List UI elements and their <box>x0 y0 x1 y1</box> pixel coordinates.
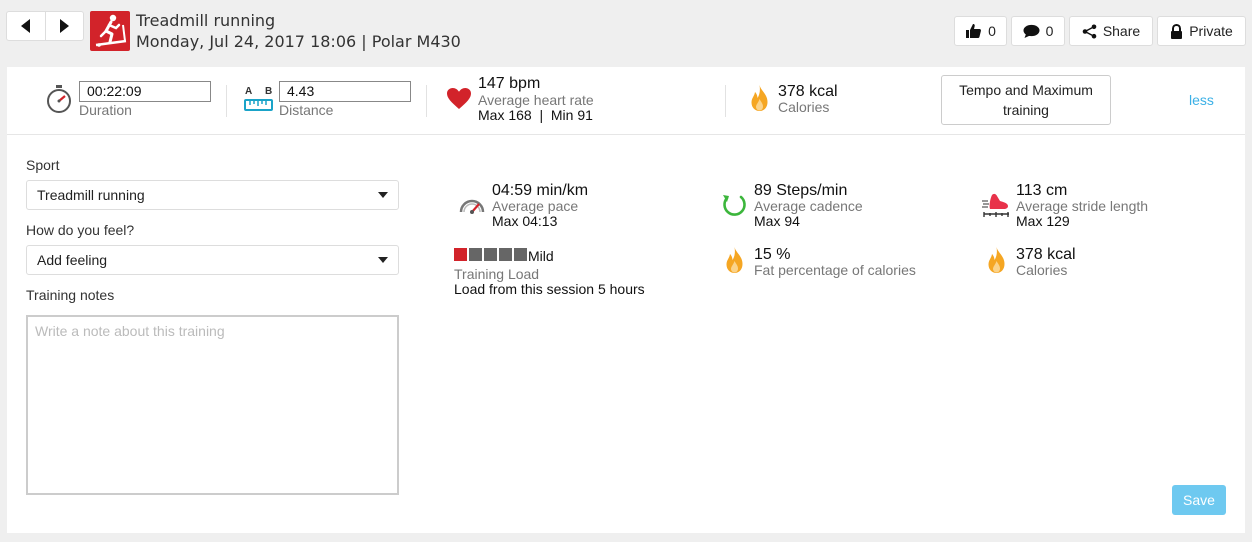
privacy-button[interactable]: Private <box>1157 16 1246 46</box>
summary-separator <box>725 85 726 117</box>
heart-rate-value: 147 bpm <box>478 75 541 92</box>
training-notes-input[interactable] <box>26 315 399 495</box>
training-load-level: Mild <box>528 248 554 264</box>
feeling-label: How do you feel? <box>26 222 135 238</box>
share-label: Share <box>1102 23 1141 39</box>
sport-select-value: Treadmill running <box>37 187 145 203</box>
stats-calories-label: Calories <box>1016 262 1068 278</box>
stopwatch-icon <box>47 85 71 113</box>
calories-label: Calories <box>778 99 830 115</box>
comment-button[interactable]: 0 <box>1011 16 1065 46</box>
cadence-max: Max 94 <box>754 213 800 229</box>
prev-next-nav <box>6 11 84 41</box>
speedometer-icon <box>459 199 485 214</box>
summary-separator <box>226 85 227 117</box>
sport-label: Sport <box>26 157 60 173</box>
chevron-down-icon <box>378 192 388 198</box>
heart-rate-label: Average heart rate <box>478 92 594 108</box>
like-button[interactable]: 0 <box>954 16 1007 46</box>
share-button[interactable]: Share <box>1069 16 1153 46</box>
lock-icon <box>1171 23 1183 39</box>
arrow-left-icon <box>21 19 31 33</box>
chevron-down-icon <box>378 257 388 263</box>
duration-input[interactable]: 00:22:09 <box>79 81 211 102</box>
distance-input[interactable]: 4.43 <box>279 81 411 102</box>
activity-subtitle: Monday, Jul 24, 2017 18:06 | Polar M430 <box>136 32 461 51</box>
load-square-empty <box>499 248 512 261</box>
comment-icon <box>1023 24 1040 38</box>
load-square-empty <box>514 248 527 261</box>
pace-label: Average pace <box>492 198 579 214</box>
sport-select[interactable]: Treadmill running <box>26 180 399 210</box>
heart-icon <box>447 88 471 109</box>
save-button[interactable]: Save <box>1172 485 1226 515</box>
duration-label: Duration <box>79 102 132 118</box>
flame-icon <box>988 247 1005 273</box>
activity-title: Treadmill running <box>136 11 276 30</box>
flame-icon <box>726 247 743 273</box>
notes-label: Training notes <box>26 287 115 303</box>
load-square-filled <box>454 248 467 261</box>
previous-button[interactable] <box>7 12 45 40</box>
treadmill-runner-icon <box>90 11 130 51</box>
share-icon <box>1082 24 1097 38</box>
next-button[interactable] <box>44 12 83 40</box>
pace-max: Max 04:13 <box>492 213 558 229</box>
flame-icon <box>751 85 768 111</box>
stride-label: Average stride length <box>1016 198 1149 214</box>
summary-separator <box>426 85 427 117</box>
feeling-select[interactable]: Add feeling <box>26 245 399 275</box>
distance-label: Distance <box>279 102 334 118</box>
training-load-bar <box>454 248 529 262</box>
training-load-label: Training Load <box>454 266 540 282</box>
distance-point-a: A <box>245 86 253 97</box>
stride-max: Max 129 <box>1016 213 1070 229</box>
load-square-empty <box>484 248 497 261</box>
training-load-detail: Load from this session 5 hours <box>454 281 645 297</box>
summary-divider <box>7 134 1245 135</box>
feeling-select-value: Add feeling <box>37 252 108 268</box>
distance-point-b: B <box>265 86 273 97</box>
fat-percentage-label: Fat percentage of calories <box>754 262 916 278</box>
arrow-right-icon <box>59 19 69 33</box>
less-link[interactable]: less <box>1189 92 1214 108</box>
cadence-icon <box>723 195 746 216</box>
load-square-empty <box>469 248 482 261</box>
training-benefit-button[interactable]: Tempo and Maximum training <box>941 75 1111 125</box>
shoe-icon <box>982 193 1009 217</box>
thumbs-up-icon <box>966 24 982 38</box>
comment-count: 0 <box>1045 23 1054 39</box>
ruler-icon <box>244 99 273 111</box>
cadence-label: Average cadence <box>754 198 863 214</box>
like-count: 0 <box>988 23 996 39</box>
privacy-label: Private <box>1189 23 1233 39</box>
heart-rate-minmax: Max 168 | Min 91 <box>478 107 593 123</box>
